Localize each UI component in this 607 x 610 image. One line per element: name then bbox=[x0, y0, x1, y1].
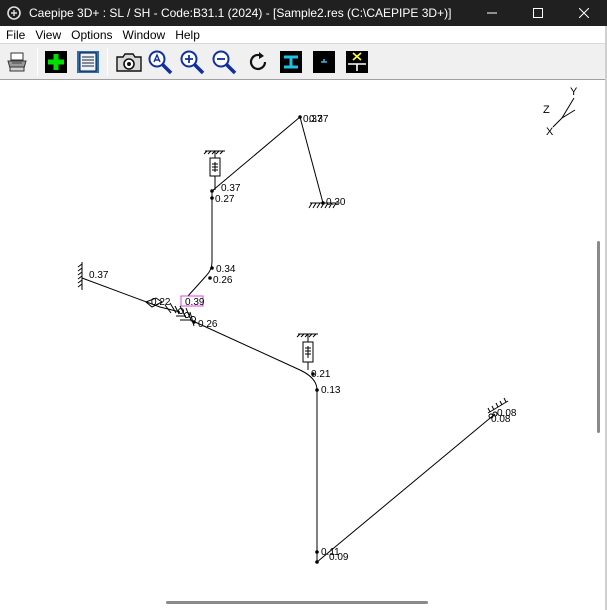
axis-label-x: X bbox=[546, 126, 554, 138]
zoom-in-icon bbox=[180, 50, 205, 75]
zoom-area-button[interactable] bbox=[147, 49, 173, 75]
rotate-icon bbox=[249, 52, 267, 71]
model-canvas[interactable]: 0.37 0.37 0.37 0.27 0.30 0.34 0.26 0.37 … bbox=[0, 81, 607, 610]
rotate-button[interactable] bbox=[245, 49, 271, 75]
maximize-icon bbox=[533, 8, 543, 18]
pipe-segment bbox=[187, 191, 213, 297]
anchor-support bbox=[77, 262, 83, 290]
menu-file[interactable]: File bbox=[0, 28, 30, 42]
beam-view-button[interactable] bbox=[278, 49, 304, 75]
menu-help[interactable]: Help bbox=[170, 28, 205, 42]
menu-window[interactable]: Window bbox=[118, 28, 171, 42]
stress-label: 0.27 bbox=[215, 194, 235, 205]
snapshot-button[interactable] bbox=[114, 49, 144, 75]
node-points bbox=[192, 115, 325, 564]
zoom-area-icon bbox=[148, 50, 173, 75]
add-button[interactable] bbox=[43, 49, 69, 75]
stress-label: 0.26 bbox=[213, 275, 233, 286]
stress-label: 0.37 bbox=[89, 270, 109, 281]
stress-label: 0.26 bbox=[198, 319, 218, 330]
stress-label: 0.09 bbox=[329, 552, 349, 563]
stress-label: 0.21 bbox=[311, 369, 331, 380]
horizontal-scrollbar[interactable] bbox=[0, 598, 593, 608]
stress-label: 0.39 bbox=[185, 297, 205, 308]
zoom-out-button[interactable] bbox=[211, 49, 237, 75]
add-icon bbox=[45, 51, 67, 73]
support-view-button[interactable] bbox=[311, 49, 337, 75]
toolbar bbox=[0, 43, 607, 80]
stress-label: 0.34 bbox=[216, 264, 236, 275]
window-title: Caepipe 3D+ : SL / SH - Code:B31.1 (2024… bbox=[29, 6, 452, 20]
zoom-out-icon bbox=[212, 50, 237, 75]
menu-options[interactable]: Options bbox=[66, 28, 117, 42]
crosshair-button[interactable] bbox=[344, 49, 370, 75]
app-icon[interactable] bbox=[6, 5, 22, 21]
stress-label: 0.13 bbox=[321, 385, 341, 396]
menu-bar: File View Options Window Help bbox=[0, 26, 607, 43]
piping-model[interactable]: 0.37 0.37 0.37 0.27 0.30 0.34 0.26 0.37 … bbox=[0, 81, 607, 610]
stress-label: 0.37 bbox=[221, 183, 241, 194]
axis-label-y: Y bbox=[570, 86, 578, 98]
stress-label: 0.08 bbox=[491, 414, 511, 425]
toolbar-separator bbox=[37, 48, 38, 76]
vertical-scroll-thumb[interactable] bbox=[597, 241, 600, 433]
maximize-button[interactable] bbox=[515, 0, 561, 26]
toolbar-separator bbox=[107, 48, 108, 76]
horizontal-scroll-thumb[interactable] bbox=[166, 601, 428, 604]
zoom-in-button[interactable] bbox=[179, 49, 205, 75]
beam-icon bbox=[280, 51, 302, 73]
list-icon bbox=[77, 51, 99, 73]
stress-label: 0.30 bbox=[326, 197, 346, 208]
close-button[interactable] bbox=[561, 0, 607, 26]
axis-label-z: Z bbox=[543, 104, 550, 116]
list-button[interactable] bbox=[75, 49, 101, 75]
pipe-segment bbox=[194, 321, 318, 562]
support-icon bbox=[313, 51, 335, 73]
crosshair-icon bbox=[346, 51, 368, 73]
stress-label: 0.22 bbox=[151, 297, 171, 308]
print-button[interactable] bbox=[4, 49, 30, 75]
axis-triad: Y Z X bbox=[543, 86, 578, 138]
spring-hanger bbox=[296, 333, 318, 370]
menu-view[interactable]: View bbox=[30, 28, 66, 42]
minimize-button[interactable] bbox=[469, 0, 515, 26]
stress-label: 0.37 bbox=[309, 114, 329, 125]
close-icon bbox=[579, 8, 589, 18]
printer-icon bbox=[7, 52, 27, 72]
vertical-scrollbar[interactable] bbox=[593, 81, 605, 598]
minimize-icon bbox=[487, 12, 497, 14]
pipe-segment bbox=[316, 413, 496, 563]
camera-icon bbox=[116, 53, 142, 72]
title-bar: Caepipe 3D+ : SL / SH - Code:B31.1 (2024… bbox=[0, 0, 607, 26]
